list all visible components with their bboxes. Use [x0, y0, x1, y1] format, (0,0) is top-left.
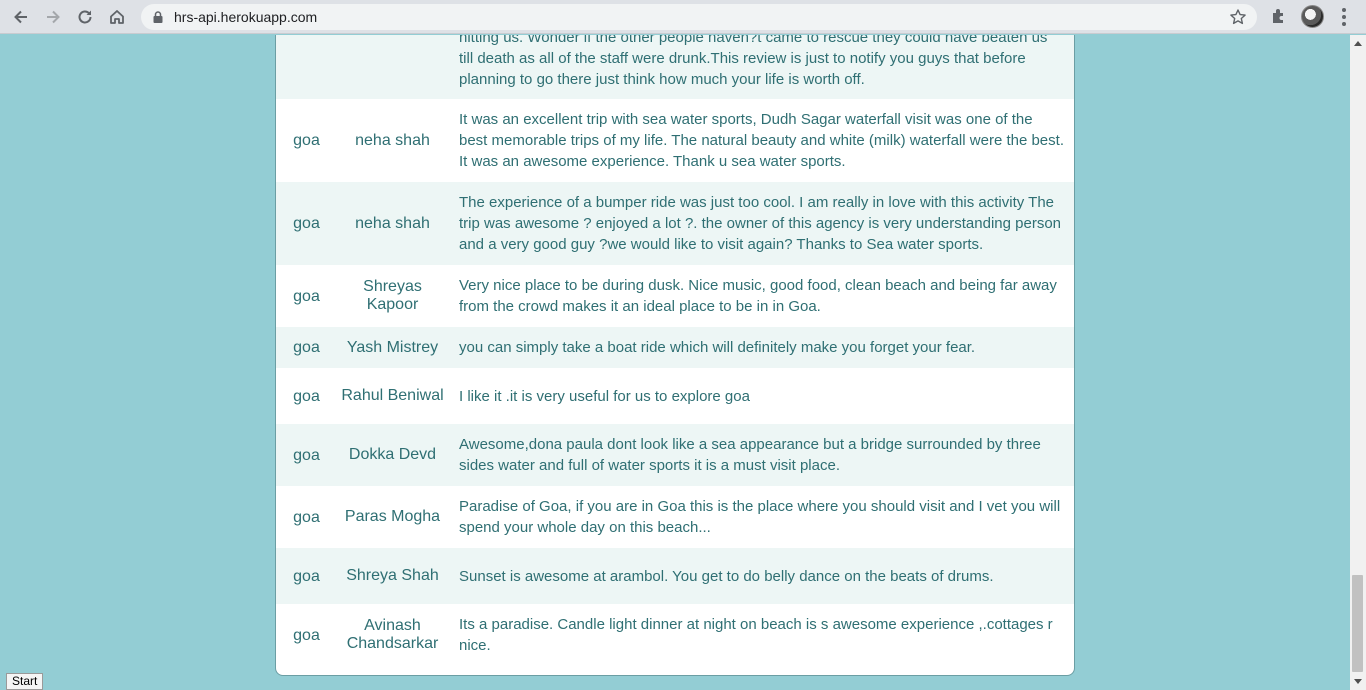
reviewer-name-cell: Avinash Chandsarkar [346, 617, 439, 652]
lock-icon [153, 11, 163, 23]
scroll-down-arrow-icon[interactable] [1350, 674, 1366, 690]
city-cell: goa [293, 287, 320, 305]
review-text-cell: I like it .it is very useful for us to e… [459, 387, 750, 405]
reviewer-name-cell: Rahul Beniwal [341, 387, 444, 404]
url-text: hrs-api.herokuapp.com [174, 9, 318, 25]
city-cell: goa [293, 339, 320, 356]
reviewer-name-cell: Dokka Devd [348, 446, 437, 463]
table-row: goa Paras Mogha Paradise of Goa, if you … [276, 486, 1074, 548]
home-icon [110, 10, 124, 24]
arrow-left-icon [14, 10, 27, 24]
reload-button[interactable] [72, 4, 98, 30]
city-cell: goa [293, 508, 320, 526]
table-row: goa Shreya Shah Sunset is awesome at ara… [276, 548, 1074, 604]
review-text-cell: Its a paradise. Candle light dinner at n… [459, 616, 1053, 654]
city-cell [276, 35, 337, 99]
city-cell: goa [293, 215, 320, 232]
back-button[interactable] [8, 4, 34, 30]
kebab-menu-icon[interactable] [1336, 7, 1352, 27]
table-row: goa neha shah The experience of a bumper… [276, 182, 1074, 265]
reviewer-name-cell [337, 35, 448, 99]
table-row: goa Yash Mistrey you can simply take a b… [276, 327, 1074, 368]
table-row: goa neha shah It was an excellent trip w… [276, 99, 1074, 182]
table-row: goa Avinash Chandsarkar Its a paradise. … [276, 604, 1074, 666]
review-text-cell: Awesome,dona paula dont look like a sea … [459, 436, 1041, 474]
review-text-cell: Sunset is awesome at arambol. You get to… [459, 567, 994, 585]
city-cell: goa [293, 446, 320, 464]
reviewer-name-cell: neha shah [355, 131, 430, 149]
city-cell: goa [293, 132, 320, 149]
review-text-cell: you can simply take a boat ride which wi… [459, 339, 976, 356]
reviewer-name-cell: neha shah [355, 214, 430, 232]
reviews-panel: hitting us. Wonder if the other people h… [275, 35, 1075, 676]
city-cell: goa [293, 567, 320, 585]
scroll-up-arrow-icon[interactable] [1350, 35, 1366, 51]
browser-toolbar: hrs-api.herokuapp.com [0, 0, 1366, 34]
home-button[interactable] [104, 4, 130, 30]
reviewer-name-cell: Shreyas Kapoor [363, 278, 422, 313]
reviewer-name-cell: Paras Mogha [344, 508, 441, 525]
table-row: goa Dokka Devd Awesome,dona paula dont l… [276, 424, 1074, 486]
table-row: goa Shreyas Kapoor Very nice place to be… [276, 265, 1074, 327]
table-row: goa Rahul Beniwal I like it .it is very … [276, 368, 1074, 424]
review-text-cell: Paradise of Goa, if you are in Goa this … [459, 498, 1061, 536]
profile-avatar[interactable] [1301, 5, 1324, 28]
reviewer-name-cell: Shreya Shah [346, 567, 439, 584]
forward-button[interactable] [40, 4, 66, 30]
bookmark-star-icon[interactable] [1229, 8, 1247, 26]
review-text-cell: It was an excellent trip with sea water … [459, 111, 1064, 170]
table-row: hitting us. Wonder if the other people h… [276, 35, 1074, 99]
extensions-puzzle-icon[interactable] [1270, 7, 1288, 25]
reload-icon [78, 10, 92, 24]
review-text-cell: The experience of a bumper ride was just… [459, 194, 1062, 253]
start-button[interactable]: Start [6, 673, 44, 690]
address-bar[interactable]: hrs-api.herokuapp.com [141, 4, 1257, 30]
review-text-cell: Very nice place to be during dusk. Nice … [459, 277, 1057, 315]
review-text-cell: hitting us. Wonder if the other people h… [459, 35, 1048, 88]
page-scrollbar[interactable] [1350, 35, 1366, 690]
city-cell: goa [293, 387, 320, 405]
scrollbar-thumb[interactable] [1352, 575, 1363, 672]
arrow-right-icon [47, 10, 60, 24]
reviewer-name-cell: Yash Mistrey [346, 338, 439, 356]
city-cell: goa [293, 626, 320, 644]
reviews-table: hitting us. Wonder if the other people h… [276, 35, 1074, 666]
page-viewport: hitting us. Wonder if the other people h… [0, 35, 1350, 690]
